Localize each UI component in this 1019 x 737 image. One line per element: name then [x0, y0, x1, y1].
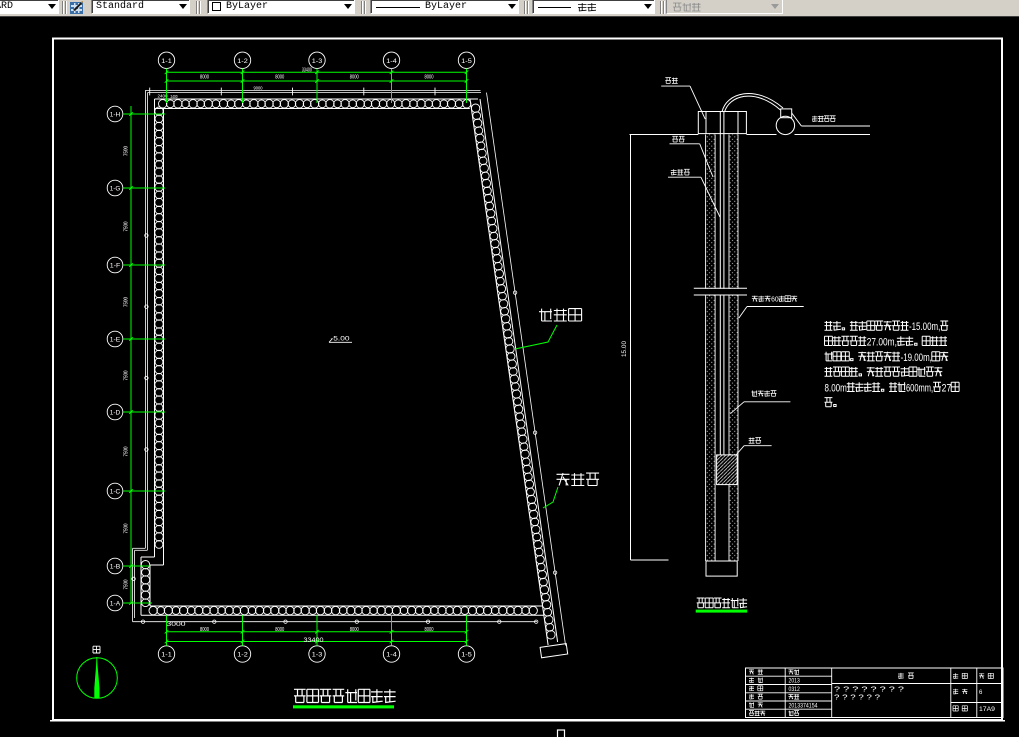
- svg-text:33400: 33400: [304, 638, 325, 644]
- svg-text:6: 6: [979, 690, 983, 696]
- svg-text:1-3: 1-3: [312, 653, 323, 659]
- svg-text:7500: 7500: [124, 297, 130, 307]
- svg-text:0312: 0312: [789, 686, 801, 693]
- svg-text:600mm,: 600mm,: [906, 383, 933, 395]
- svg-text:8000: 8000: [275, 627, 284, 633]
- svg-text:27: 27: [942, 383, 952, 395]
- svg-text:8000: 8000: [350, 75, 359, 81]
- svg-text:1-5: 1-5: [461, 653, 472, 659]
- svg-text:8000: 8000: [350, 627, 359, 633]
- svg-text:7500: 7500: [124, 146, 130, 156]
- svg-text:1-G: 1-G: [110, 186, 121, 192]
- svg-text:1-1: 1-1: [161, 653, 172, 659]
- svg-text:1-3: 1-3: [312, 59, 323, 65]
- svg-text:7500: 7500: [124, 579, 130, 589]
- svg-text:-5.00: -5.00: [331, 336, 351, 343]
- svg-text:7500: 7500: [124, 523, 130, 533]
- svg-text:1-4: 1-4: [386, 653, 397, 659]
- svg-text:1-1: 1-1: [161, 59, 172, 65]
- svg-text:2013: 2013: [789, 678, 801, 685]
- svg-text:1-4: 1-4: [386, 59, 397, 65]
- svg-text:33400: 33400: [302, 68, 312, 74]
- svg-text:9000: 9000: [254, 86, 263, 92]
- svg-text:? ? ? ? ? ?: ? ? ? ? ? ?: [834, 695, 880, 702]
- svg-text:15.00: 15.00: [622, 340, 628, 357]
- svg-text:2400: 2400: [171, 94, 178, 99]
- svg-text:1-C: 1-C: [110, 489, 121, 495]
- svg-text:1-F: 1-F: [110, 263, 121, 269]
- svg-text:1-E: 1-E: [110, 337, 121, 343]
- svg-text:3000: 3000: [167, 621, 186, 628]
- svg-text:7500: 7500: [124, 446, 130, 456]
- svg-text:7500: 7500: [124, 221, 130, 231]
- svg-text:8000: 8000: [200, 75, 209, 81]
- svg-text:8000: 8000: [275, 75, 284, 81]
- svg-text:1-B: 1-B: [110, 564, 121, 570]
- svg-text:2013374154: 2013374154: [789, 702, 819, 709]
- svg-text:-19.00m,: -19.00m,: [901, 352, 932, 364]
- svg-text:? ? ? ? ? ? ? ?: ? ? ? ? ? ? ? ?: [834, 687, 904, 694]
- svg-text:1-D: 1-D: [110, 410, 121, 416]
- svg-text:1-2: 1-2: [237, 653, 248, 659]
- svg-text:8000: 8000: [425, 627, 434, 633]
- svg-text:17A9: 17A9: [979, 706, 995, 713]
- svg-text:1-5: 1-5: [461, 59, 472, 65]
- svg-text:1-H: 1-H: [110, 112, 121, 118]
- svg-text:27.00m,: 27.00m,: [867, 337, 897, 349]
- svg-text:-15.00m,: -15.00m,: [909, 321, 940, 333]
- svg-text:7500: 7500: [124, 370, 130, 380]
- svg-text:8.00m: 8.00m: [825, 383, 847, 395]
- svg-text:8000: 8000: [425, 75, 434, 81]
- svg-text:1-A: 1-A: [110, 601, 121, 607]
- svg-text:1-2: 1-2: [237, 59, 248, 65]
- svg-text:8000: 8000: [200, 627, 209, 633]
- svg-text:60: 60: [771, 296, 779, 304]
